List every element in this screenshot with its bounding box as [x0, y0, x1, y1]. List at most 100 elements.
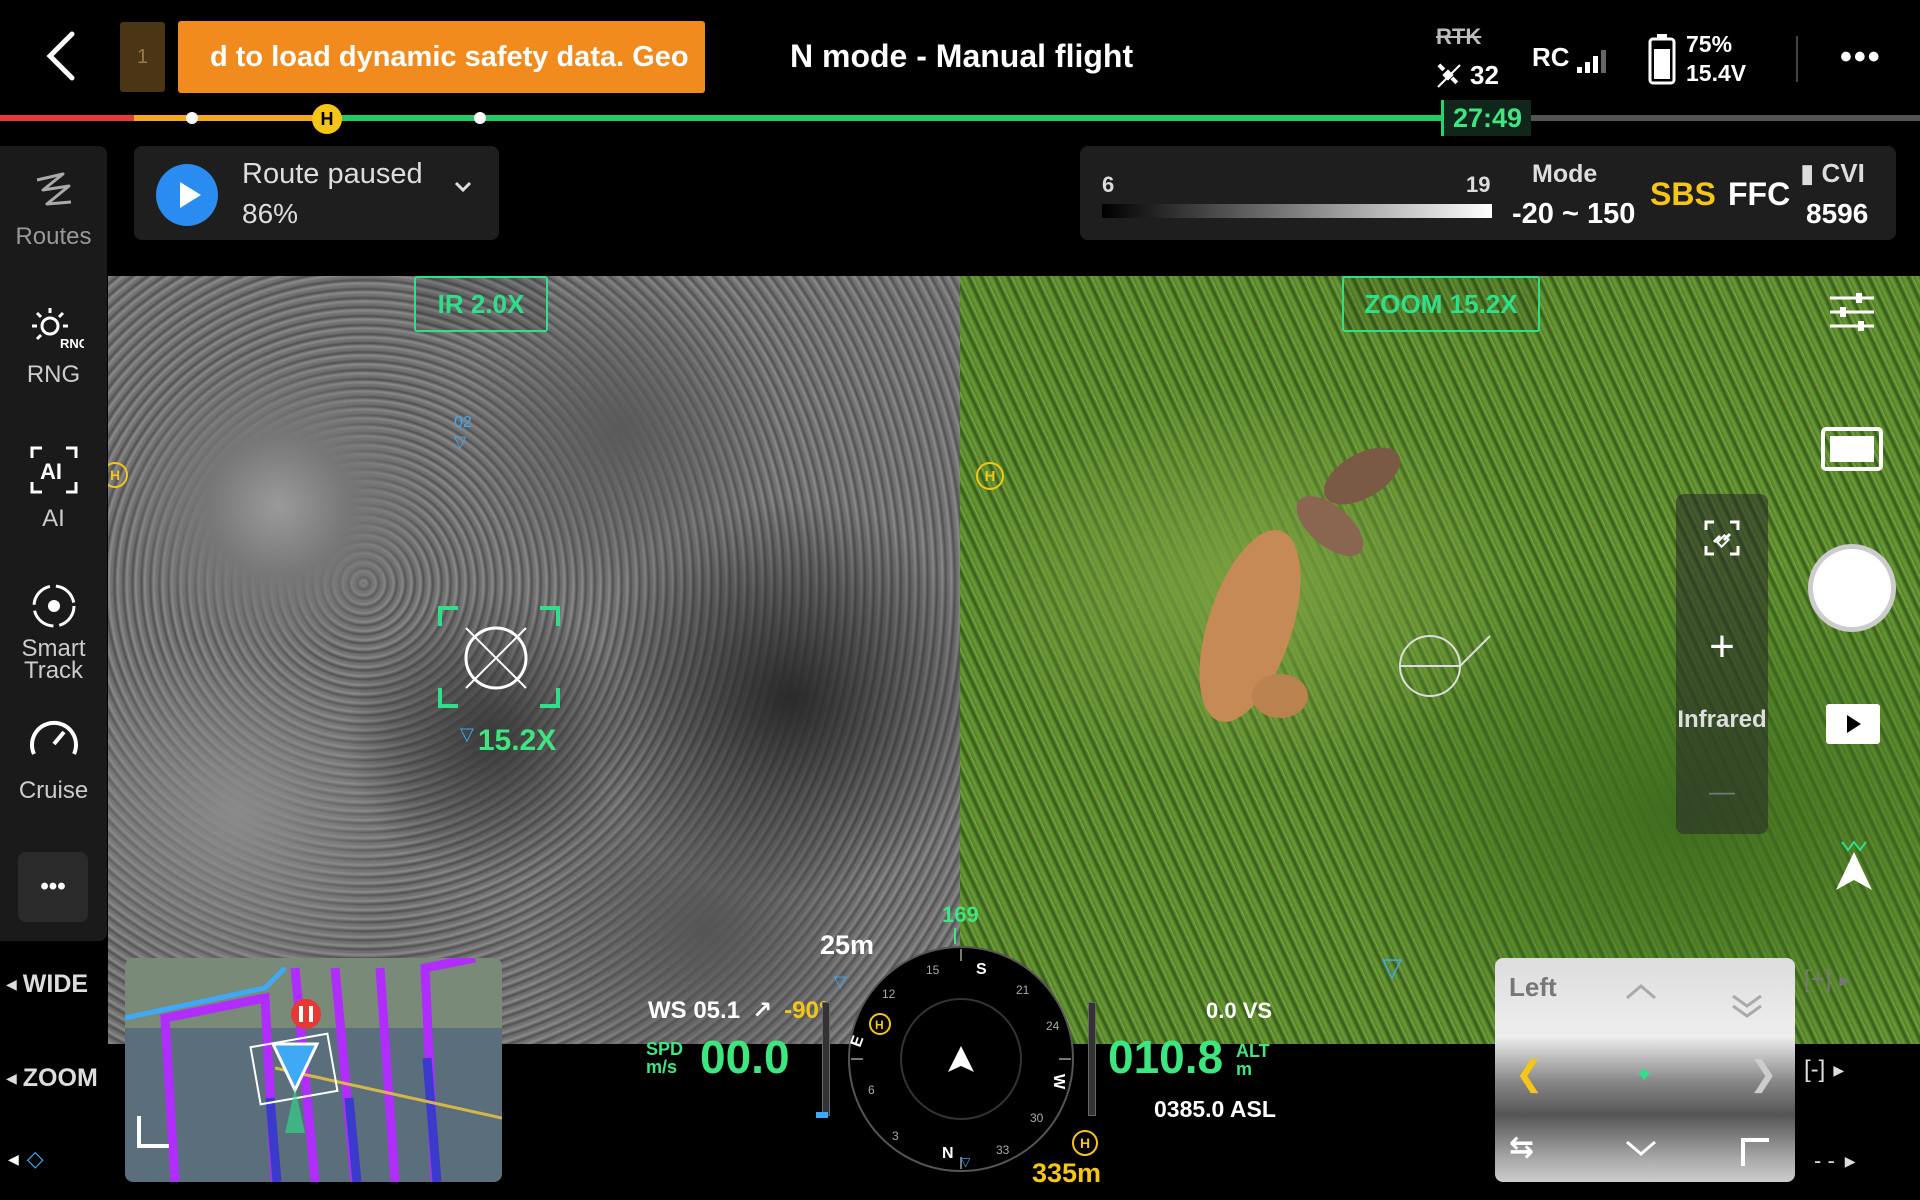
- sidebar-more-button[interactable]: •••: [18, 852, 88, 922]
- sidebar-item-rng[interactable]: RNG RNG: [0, 304, 107, 389]
- battery-percent: 75%: [1686, 31, 1733, 57]
- rc-label: RC: [1532, 42, 1570, 72]
- ai-icon: AI: [30, 446, 77, 494]
- vertical-speed-readout: 0.0 VS: [1206, 998, 1273, 1023]
- alert-text: d to load dynamic safety data. Geo: [210, 40, 689, 73]
- swap-views-icon[interactable]: ⇆: [1509, 1130, 1534, 1165]
- map-route-overlay: [125, 958, 502, 1182]
- zoom-center-reticle: [1399, 635, 1491, 697]
- zoom-out-button[interactable]: —: [1676, 776, 1768, 807]
- home-point-marker: H: [108, 462, 128, 488]
- expand-corner-icon[interactable]: [1739, 1136, 1773, 1170]
- battery-status[interactable]: 75% 15.4V: [1648, 30, 1746, 88]
- storage-value: 8596: [1806, 198, 1869, 229]
- chevron-left-icon[interactable]: ❮: [1515, 1054, 1544, 1094]
- sidebar-item-label-line2: Track: [23, 657, 84, 684]
- palette-gradient-bar[interactable]: [1102, 204, 1492, 218]
- route-status-panel[interactable]: Route paused 86%: [134, 146, 499, 240]
- lens-mode-label[interactable]: Infrared: [1676, 706, 1768, 734]
- pip-collapse-label: - -: [1814, 1148, 1835, 1173]
- sidebar-item-label: Routes: [15, 223, 92, 250]
- speed-units: SPD m/s: [646, 1040, 683, 1076]
- alert-count-badge[interactable]: 1: [120, 22, 165, 92]
- chevron-down-icon[interactable]: [452, 176, 474, 198]
- sidebar-item-smart-track[interactable]: Smart Track: [0, 578, 107, 684]
- smart-track-icon: [32, 584, 75, 628]
- back-arrow-icon[interactable]: [40, 28, 84, 84]
- mini-map[interactable]: [125, 958, 502, 1182]
- sidebar-item-label: RNG: [26, 361, 81, 388]
- sd-card-icon: ▮: [1800, 158, 1822, 188]
- asl-readout: 0385.0 ASL: [1154, 1096, 1276, 1122]
- wide-lens-button[interactable]: ◀ WIDE: [6, 970, 88, 999]
- heading-readout: 169: [942, 902, 979, 927]
- speed-indicator: [816, 1112, 828, 1118]
- altitude-label: ALT: [1236, 1041, 1270, 1061]
- shutter-button[interactable]: [1808, 544, 1896, 632]
- infrared-camera-view[interactable]: IR 2.0X 02 ▽ ▽ 15.2X H: [108, 276, 960, 1044]
- cruise-icon: [29, 720, 78, 755]
- ir-focus-reticle[interactable]: [436, 604, 566, 714]
- chevron-right-icon[interactable]: ❯: [1749, 1054, 1778, 1094]
- ir-target-number: 02: [454, 414, 472, 431]
- compass-navigation-display[interactable]: S W N E 15 21 24 30 33 3 6 12 H ▽: [846, 944, 1076, 1174]
- ir-zoom-reference: ▽ 15.2X: [460, 724, 556, 758]
- chevron-up-icon[interactable]: [1621, 980, 1661, 1004]
- sidebar-item-ai[interactable]: AI AI: [0, 442, 107, 533]
- divider: [1796, 36, 1798, 82]
- ir-target-marker: 02 ▽: [454, 414, 472, 452]
- more-menu-button[interactable]: •••: [1840, 38, 1882, 77]
- altitude-units: ALT m: [1236, 1042, 1270, 1078]
- svg-text:15: 15: [926, 963, 940, 977]
- caret-right-icon: ▶: [1844, 1152, 1856, 1169]
- svg-text:30: 30: [1030, 1111, 1044, 1125]
- caret-left-icon: ◀: [8, 1150, 19, 1167]
- ffc-button[interactable]: FFC: [1728, 176, 1790, 213]
- sidebar-item-label: Cruise: [18, 777, 89, 804]
- sbs-button[interactable]: SBS: [1650, 176, 1716, 213]
- safety-data-alert[interactable]: d to load dynamic safety data. Geo: [178, 21, 705, 93]
- battery-voltage: 15.4V: [1686, 60, 1747, 86]
- gimbal-direction-icon[interactable]: [1832, 838, 1876, 894]
- zoom-camera-view[interactable]: ZOOM 15.2X H ▽: [960, 276, 1920, 1044]
- storage-label: ▮ CVI: [1800, 158, 1865, 189]
- gnss-status[interactable]: 32: [1436, 60, 1499, 91]
- svg-text:21: 21: [1016, 983, 1030, 997]
- layers-icon[interactable]: [1727, 986, 1767, 1026]
- camera-settings-sliders-icon[interactable]: [1828, 290, 1876, 334]
- triangle-marker-icon: ▽: [834, 974, 847, 991]
- progress-waypoint: [474, 112, 486, 124]
- sidebar-item-cruise[interactable]: Cruise: [0, 714, 107, 805]
- pip-camera-view[interactable]: Left ❮ ❯ ✦ ⇆: [1495, 958, 1795, 1182]
- target-triangle-icon: ▽: [454, 434, 467, 451]
- zoom-lens-button[interactable]: ◀ ZOOM: [6, 1064, 98, 1093]
- signal-bars-icon: [1576, 50, 1606, 73]
- zoom-in-button[interactable]: +: [1676, 622, 1768, 672]
- thermal-settings-panel: 6 19 Mode -20 ~ 150 SBS FFC ▮ CVI 8596: [1080, 146, 1896, 240]
- target-triangle-icon: ▽: [1382, 952, 1402, 982]
- deer-subject: [1199, 447, 1400, 722]
- rtk-status[interactable]: RTK: [1436, 24, 1481, 50]
- pip-zoom-out-button[interactable]: [-] ▶: [1804, 1056, 1844, 1084]
- resume-route-button[interactable]: [156, 164, 218, 226]
- wide-lens-label: WIDE: [22, 970, 89, 998]
- map-toggle[interactable]: ◀ ◇: [8, 1146, 44, 1172]
- playback-icon[interactable]: [1826, 704, 1880, 744]
- sidebar-item-routes[interactable]: Routes: [0, 166, 107, 251]
- view-layout-icon[interactable]: [1820, 426, 1884, 472]
- rc-signal[interactable]: RC: [1532, 42, 1606, 73]
- wind-speed-readout: WS 05.1 ↗ -90°: [648, 996, 828, 1025]
- pip-zoom-out-label: [-]: [1804, 1056, 1826, 1083]
- zoom-zoom-label: ZOOM 15.2X: [1342, 276, 1540, 332]
- link-lens-icon[interactable]: [1698, 514, 1746, 562]
- caret-left-icon: ◀: [6, 1070, 17, 1086]
- pip-zoom-in-button[interactable]: [+] ▶: [1804, 966, 1850, 994]
- chevron-down-icon[interactable]: [1621, 1136, 1661, 1160]
- rng-icon: RNG: [31, 308, 88, 351]
- progress-waypoint: [186, 112, 198, 124]
- satellite-count: 32: [1470, 60, 1499, 90]
- zoom-lens-label: ZOOM: [22, 1064, 98, 1092]
- gain-mode-value[interactable]: -20 ~ 150: [1512, 198, 1635, 231]
- flight-mode-title: N mode - Manual flight: [790, 38, 1134, 74]
- pip-collapse-button[interactable]: - - ▶: [1814, 1148, 1856, 1174]
